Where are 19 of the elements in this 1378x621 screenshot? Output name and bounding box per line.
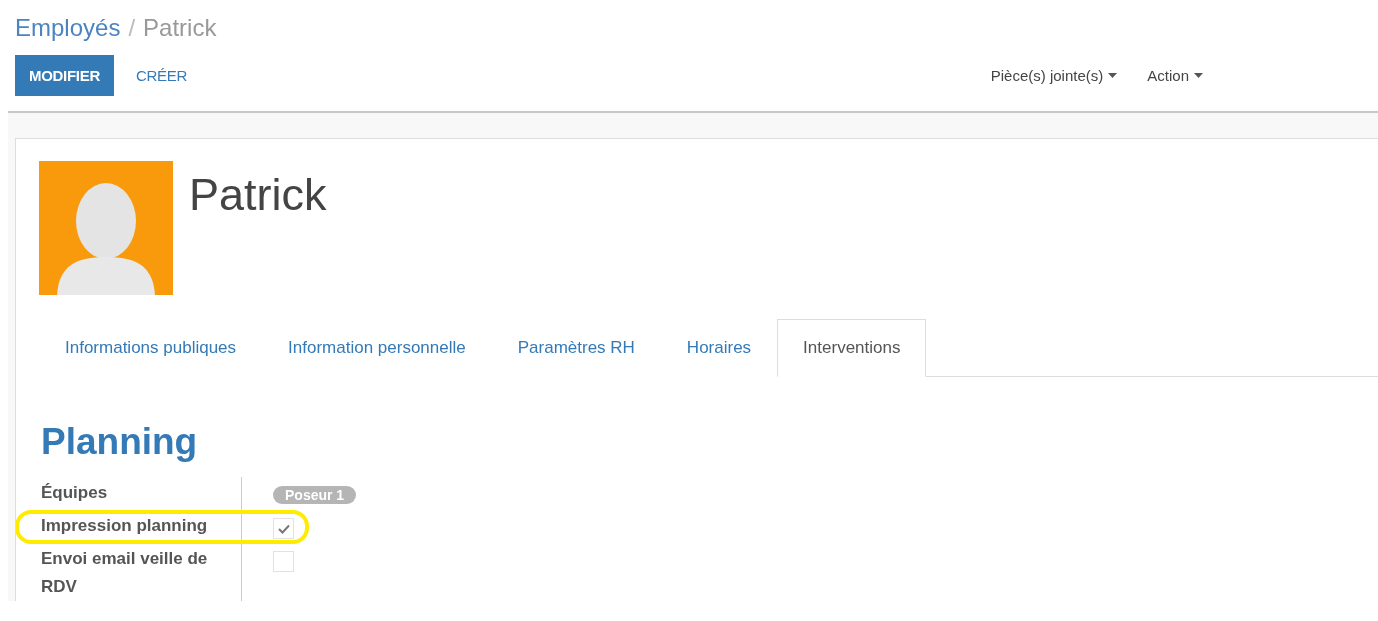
section-title: Planning [41,421,199,463]
checkbox[interactable] [273,518,294,539]
employee-name: Patrick [189,169,327,222]
caret-icon [1194,72,1203,78]
field-label: Impression planning [39,510,242,543]
breadcrumb-separator: / [128,14,136,42]
field-label: Équipes [39,477,242,510]
caret-icon [1108,72,1118,78]
breadcrumb-item: Patrick [143,14,217,42]
edit-button[interactable]: MODIFIER [15,54,114,96]
checkmark-icon [277,523,290,534]
create-button[interactable]: CRÉER [121,54,201,96]
tab[interactable]: Interventions [777,319,927,377]
checkbox[interactable] [273,551,294,572]
breadcrumb-item[interactable]: Employés [15,14,121,42]
dropdown-menu[interactable]: Pièce(s) jointe(s) [990,66,1118,84]
dropdown-menu[interactable]: Action [1147,66,1203,84]
tag: Poseur 1 [273,486,357,504]
field-label: Envoi email veille de RDV [39,543,242,601]
